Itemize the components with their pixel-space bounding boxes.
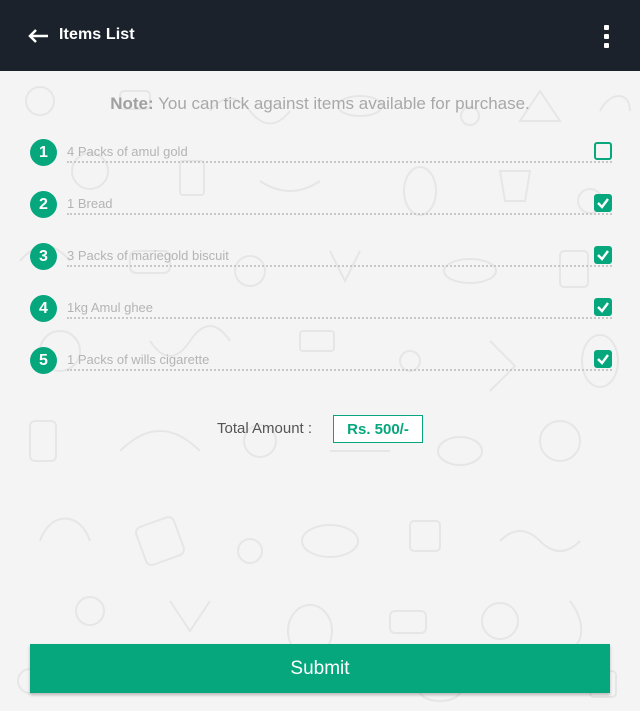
list-item: 1 4 Packs of amul gold <box>30 139 612 167</box>
item-label: 3 Packs of mariegold biscuit <box>67 248 229 263</box>
dotted-divider <box>67 161 612 163</box>
item-number-badge: 3 <box>30 243 57 270</box>
dotted-divider <box>67 317 612 319</box>
item-label: 1 Bread <box>67 196 113 211</box>
note-text: You can tick against items available for… <box>153 94 530 113</box>
background-doodle-pattern <box>0 71 640 711</box>
note-prefix: Note: <box>110 94 154 113</box>
list-item: 3 3 Packs of mariegold biscuit <box>30 243 612 271</box>
item-number-badge: 5 <box>30 347 57 374</box>
dotted-divider <box>67 213 612 215</box>
instruction-note: Note: You can tick against items availab… <box>0 94 640 114</box>
item-number-badge: 1 <box>30 139 57 166</box>
submit-button[interactable]: Submit <box>30 644 610 693</box>
item-number-badge: 2 <box>30 191 57 218</box>
item-checkbox[interactable] <box>594 246 612 264</box>
dotted-divider <box>67 369 612 371</box>
arrow-left-icon <box>28 29 48 43</box>
check-icon <box>597 250 609 261</box>
item-checkbox[interactable] <box>594 194 612 212</box>
total-amount-value: Rs. 500/- <box>333 415 423 443</box>
item-label: 4 Packs of amul gold <box>67 144 188 159</box>
check-icon <box>597 354 609 365</box>
dotted-divider <box>67 265 612 267</box>
list-item: 2 1 Bread <box>30 191 612 219</box>
item-checkbox[interactable] <box>594 298 612 316</box>
total-amount-label: Total Amount : <box>217 420 313 437</box>
item-checkbox[interactable] <box>594 142 612 160</box>
more-vertical-icon <box>604 25 609 30</box>
more-vertical-icon-dot <box>604 34 609 39</box>
list-item: 5 1 Packs of wills cigarette <box>30 347 612 375</box>
back-button[interactable] <box>28 27 50 45</box>
app-bar: Items List <box>0 0 640 71</box>
more-vertical-icon-dot <box>604 43 609 48</box>
check-icon <box>597 198 609 209</box>
item-label: 1kg Amul ghee <box>67 300 154 315</box>
list-item: 4 1kg Amul ghee <box>30 295 612 323</box>
check-icon <box>597 302 609 313</box>
item-number-badge: 4 <box>30 295 57 322</box>
item-checkbox[interactable] <box>594 350 612 368</box>
item-label: 1 Packs of wills cigarette <box>67 352 210 367</box>
page-title: Items List <box>59 26 135 43</box>
more-options-button[interactable] <box>598 24 616 50</box>
